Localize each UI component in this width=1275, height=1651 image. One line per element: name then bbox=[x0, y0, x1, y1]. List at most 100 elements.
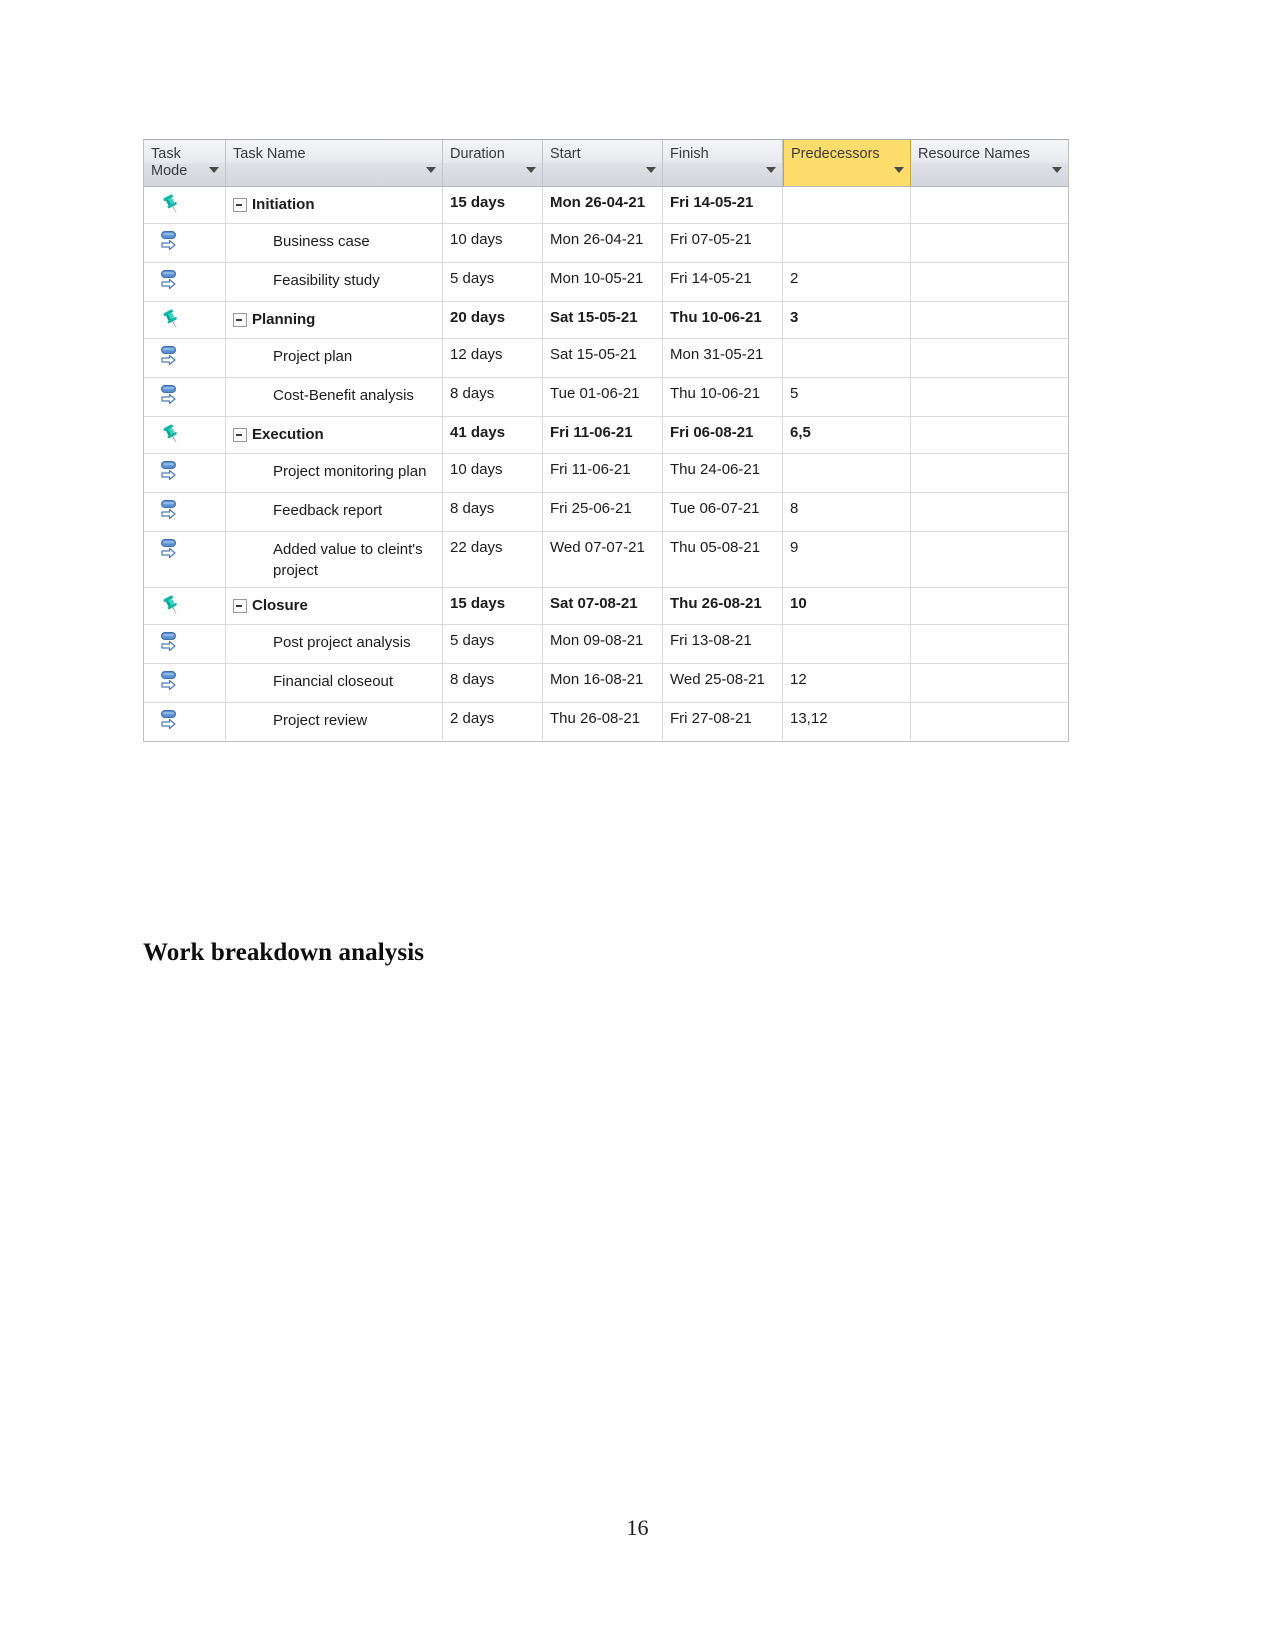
cell-start[interactable]: Mon 26-04-21 bbox=[543, 224, 663, 262]
table-row[interactable]: Financial closeout 8 days Mon 16-08-21 Wed … bbox=[144, 664, 1068, 703]
table-row[interactable]: Project plan 12 days Sat 15-05-21 Mon 31-05… bbox=[144, 339, 1068, 378]
sort-dropdown-icon[interactable] bbox=[207, 150, 220, 186]
cell-task-mode[interactable] bbox=[144, 664, 226, 702]
cell-finish[interactable]: Thu 10-06-21 bbox=[663, 378, 783, 416]
column-header-task-name[interactable]: Task Name bbox=[226, 140, 443, 186]
table-row[interactable]: Business case 10 days Mon 26-04-21 Fri 07-0… bbox=[144, 224, 1068, 263]
cell-duration[interactable]: 8 days bbox=[443, 493, 543, 531]
cell-predecessors[interactable]: 12 bbox=[783, 664, 911, 702]
cell-predecessors[interactable]: 3 bbox=[783, 302, 911, 338]
cell-task-name[interactable]: Project plan bbox=[226, 339, 443, 377]
sort-dropdown-icon[interactable] bbox=[1050, 150, 1063, 186]
cell-task-name[interactable]: Business case bbox=[226, 224, 443, 262]
cell-duration[interactable]: 5 days bbox=[443, 625, 543, 663]
cell-start[interactable]: Mon 10-05-21 bbox=[543, 263, 663, 301]
cell-duration[interactable]: 10 days bbox=[443, 454, 543, 492]
cell-task-name[interactable]: Feasibility study bbox=[226, 263, 443, 301]
cell-start[interactable]: Sat 15-05-21 bbox=[543, 339, 663, 377]
cell-task-name[interactable]: Execution bbox=[226, 417, 443, 453]
collapse-minus-icon[interactable] bbox=[233, 599, 247, 613]
cell-duration[interactable]: 12 days bbox=[443, 339, 543, 377]
collapse-minus-icon[interactable] bbox=[233, 428, 247, 442]
table-row[interactable]: Planning 20 days Sat 15-05-21 Thu 10-06-21 3 bbox=[144, 302, 1068, 339]
cell-predecessors[interactable]: 13,12 bbox=[783, 703, 911, 741]
table-row[interactable]: Post project analysis 5 days Mon 09-08-21 F… bbox=[144, 625, 1068, 664]
table-row[interactable]: Initiation 15 days Mon 26-04-21 Fri 14-05-2… bbox=[144, 187, 1068, 224]
cell-task-mode[interactable] bbox=[144, 588, 226, 624]
cell-resource-names[interactable] bbox=[911, 378, 1068, 416]
collapse-minus-icon[interactable] bbox=[233, 198, 247, 212]
sort-dropdown-icon[interactable] bbox=[892, 150, 905, 186]
cell-predecessors[interactable] bbox=[783, 224, 911, 262]
sort-dropdown-icon[interactable] bbox=[764, 150, 777, 186]
cell-start[interactable]: Fri 11-06-21 bbox=[543, 417, 663, 453]
cell-task-name[interactable]: Added value to cleint's project bbox=[226, 532, 443, 587]
cell-resource-names[interactable] bbox=[911, 263, 1068, 301]
cell-task-mode[interactable] bbox=[144, 378, 226, 416]
cell-task-name[interactable]: Planning bbox=[226, 302, 443, 338]
cell-resource-names[interactable] bbox=[911, 532, 1068, 587]
cell-start[interactable]: Sat 15-05-21 bbox=[543, 302, 663, 338]
cell-finish[interactable]: Fri 07-05-21 bbox=[663, 224, 783, 262]
cell-predecessors[interactable]: 5 bbox=[783, 378, 911, 416]
cell-resource-names[interactable] bbox=[911, 664, 1068, 702]
cell-finish[interactable]: Thu 24-06-21 bbox=[663, 454, 783, 492]
cell-task-name[interactable]: Closure bbox=[226, 588, 443, 624]
cell-predecessors[interactable]: 8 bbox=[783, 493, 911, 531]
sort-dropdown-icon[interactable] bbox=[524, 150, 537, 186]
cell-task-mode[interactable] bbox=[144, 339, 226, 377]
cell-predecessors[interactable]: 10 bbox=[783, 588, 911, 624]
cell-task-mode[interactable] bbox=[144, 302, 226, 338]
cell-task-name[interactable]: Feedback report bbox=[226, 493, 443, 531]
cell-resource-names[interactable] bbox=[911, 417, 1068, 453]
cell-predecessors[interactable]: 6,5 bbox=[783, 417, 911, 453]
cell-duration[interactable]: 10 days bbox=[443, 224, 543, 262]
cell-task-mode[interactable] bbox=[144, 625, 226, 663]
column-header-duration[interactable]: Duration bbox=[443, 140, 543, 186]
cell-resource-names[interactable] bbox=[911, 454, 1068, 492]
table-row[interactable]: Execution 41 days Fri 11-06-21 Fri 06-08-21… bbox=[144, 417, 1068, 454]
cell-duration[interactable]: 41 days bbox=[443, 417, 543, 453]
cell-finish[interactable]: Mon 31-05-21 bbox=[663, 339, 783, 377]
cell-resource-names[interactable] bbox=[911, 339, 1068, 377]
cell-task-mode[interactable] bbox=[144, 263, 226, 301]
column-header-resource-names[interactable]: Resource Names bbox=[911, 140, 1068, 186]
cell-predecessors[interactable] bbox=[783, 625, 911, 663]
cell-start[interactable]: Wed 07-07-21 bbox=[543, 532, 663, 587]
sort-dropdown-icon[interactable] bbox=[644, 150, 657, 186]
cell-duration[interactable]: 15 days bbox=[443, 187, 543, 223]
table-row[interactable]: Closure 15 days Sat 07-08-21 Thu 26-08-21 10 bbox=[144, 588, 1068, 625]
cell-resource-names[interactable] bbox=[911, 625, 1068, 663]
cell-finish[interactable]: Fri 14-05-21 bbox=[663, 187, 783, 223]
cell-finish[interactable]: Fri 14-05-21 bbox=[663, 263, 783, 301]
cell-finish[interactable]: Thu 10-06-21 bbox=[663, 302, 783, 338]
table-row[interactable]: Project review 2 days Thu 26-08-21 Fri 27-0… bbox=[144, 703, 1068, 741]
cell-duration[interactable]: 15 days bbox=[443, 588, 543, 624]
column-header-task-mode[interactable]: Task Mode bbox=[144, 140, 226, 186]
collapse-minus-icon[interactable] bbox=[233, 313, 247, 327]
cell-duration[interactable]: 20 days bbox=[443, 302, 543, 338]
cell-resource-names[interactable] bbox=[911, 588, 1068, 624]
cell-task-name[interactable]: Post project analysis bbox=[226, 625, 443, 663]
cell-task-name[interactable]: Project monitoring plan bbox=[226, 454, 443, 492]
cell-task-mode[interactable] bbox=[144, 532, 226, 587]
cell-finish[interactable]: Fri 13-08-21 bbox=[663, 625, 783, 663]
cell-finish[interactable]: Tue 06-07-21 bbox=[663, 493, 783, 531]
cell-start[interactable]: Mon 16-08-21 bbox=[543, 664, 663, 702]
cell-task-mode[interactable] bbox=[144, 493, 226, 531]
table-row[interactable]: Cost-Benefit analysis 8 days Tue 01-06-21 T… bbox=[144, 378, 1068, 417]
cell-duration[interactable]: 8 days bbox=[443, 378, 543, 416]
cell-resource-names[interactable] bbox=[911, 302, 1068, 338]
cell-duration[interactable]: 5 days bbox=[443, 263, 543, 301]
cell-start[interactable]: Mon 09-08-21 bbox=[543, 625, 663, 663]
column-header-predecessors[interactable]: Predecessors bbox=[783, 140, 911, 186]
cell-finish[interactable]: Thu 05-08-21 bbox=[663, 532, 783, 587]
cell-task-mode[interactable] bbox=[144, 224, 226, 262]
cell-duration[interactable]: 2 days bbox=[443, 703, 543, 741]
table-row[interactable]: Project monitoring plan 10 days Fri 11-06-… bbox=[144, 454, 1068, 493]
cell-predecessors[interactable] bbox=[783, 339, 911, 377]
cell-task-mode[interactable] bbox=[144, 187, 226, 223]
cell-task-name[interactable]: Initiation bbox=[226, 187, 443, 223]
cell-duration[interactable]: 22 days bbox=[443, 532, 543, 587]
cell-duration[interactable]: 8 days bbox=[443, 664, 543, 702]
